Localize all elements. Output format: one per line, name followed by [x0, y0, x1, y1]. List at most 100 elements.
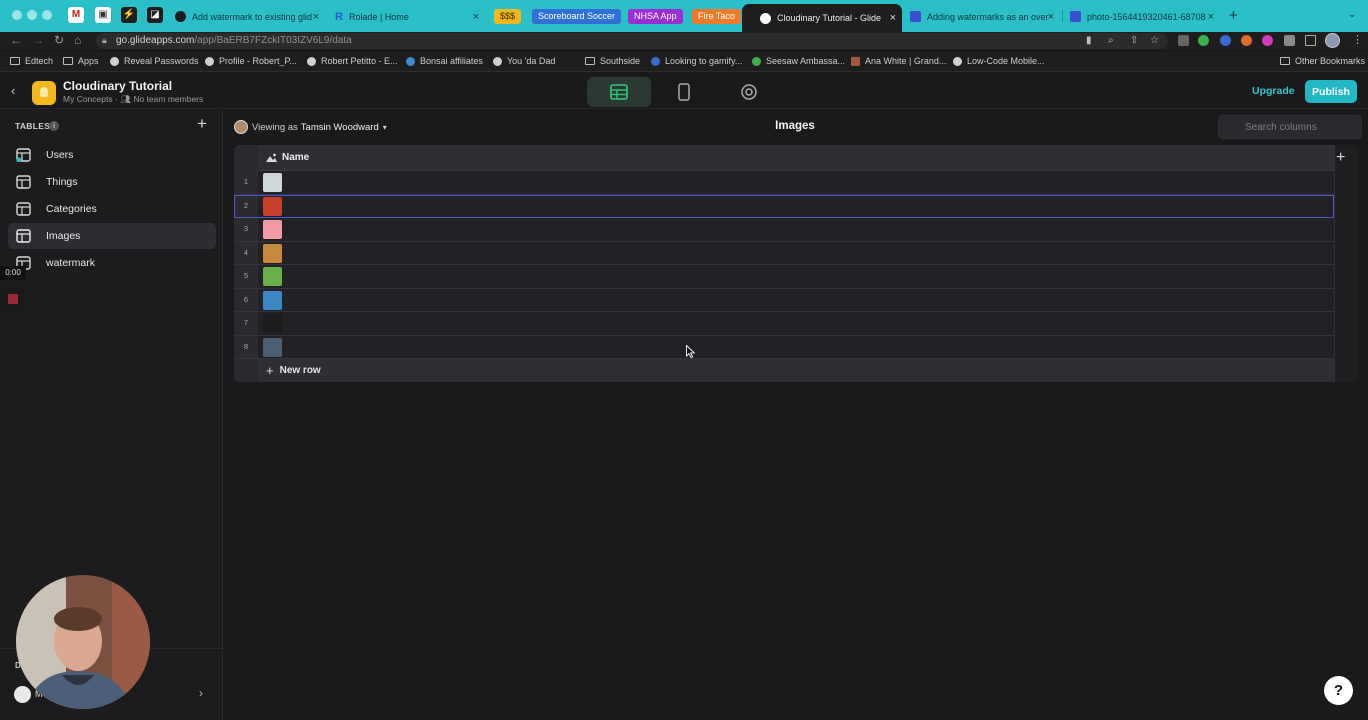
publish-button[interactable]: Publish [1305, 80, 1357, 103]
table-row[interactable]: 4 [234, 242, 1334, 265]
table-row[interactable]: 7 [234, 312, 1334, 336]
bookmark-star-icon[interactable]: ☆ [1150, 35, 1159, 46]
viewing-as-selector[interactable]: Viewing as Tamsin Woodward ▾ [234, 120, 387, 134]
browser-profile-avatar[interactable] [1325, 33, 1340, 48]
gmail-pinned-tab[interactable]: M [68, 7, 84, 23]
sidebar-toggle-icon[interactable] [1305, 35, 1316, 46]
bookmark-link[interactable]: Reveal Passwords [110, 56, 199, 66]
extension-icon[interactable] [1241, 35, 1252, 46]
tab-group-money[interactable]: $$$ [494, 9, 522, 24]
tab-adding-watermarks[interactable]: Adding watermarks as an over × [904, 5, 1060, 28]
table-row[interactable]: 2 [234, 194, 1334, 218]
add-table-icon[interactable]: + [197, 114, 207, 134]
chevron-right-icon[interactable]: › [199, 686, 203, 700]
address-bar[interactable]: 🔒︎ go.glideapps.com/app/BaERB7FZckIT03IZ… [96, 33, 1168, 49]
bookmark-link[interactable]: Profile - Robert_P... [205, 56, 297, 66]
tab-photo[interactable]: photo-1564419320461-68708 × [1064, 5, 1220, 28]
image-thumbnail[interactable] [263, 196, 282, 216]
tab-group-fire-taco[interactable]: Fire Taco [692, 9, 741, 24]
sidebar-item-categories[interactable]: Categories [8, 196, 216, 222]
extension-icon[interactable] [1178, 35, 1189, 46]
back-arrow-icon[interactable]: ← [10, 33, 22, 47]
bookmark-folder[interactable]: Edtech [10, 56, 53, 66]
bookmark-link[interactable]: Robert Petitto - E... [307, 56, 398, 66]
bookmark-link[interactable]: Low-Code Mobile... [953, 56, 1045, 66]
help-button[interactable]: ? [1324, 676, 1353, 705]
table-row[interactable]: 8 [234, 336, 1334, 359]
tab-data-editor[interactable] [587, 77, 651, 107]
bookmark-link[interactable]: Looking to gamify... [651, 56, 742, 66]
reload-icon[interactable]: ↻ [54, 33, 64, 47]
table-row[interactable]: 6 [234, 289, 1334, 312]
camera-icon[interactable]: ▮ [1086, 35, 1092, 46]
tab-rolade[interactable]: R Rolade | Home × [329, 5, 485, 28]
table-row[interactable]: 3 [234, 218, 1334, 242]
bookmark-link[interactable]: Bonsai affiliates [406, 56, 483, 66]
puzzle-extensions-icon[interactable] [1284, 35, 1295, 46]
tab-cloudinary-tutorial[interactable]: Cloudinary Tutorial - Glide × [742, 4, 902, 32]
other-bookmarks-folder[interactable]: Other Bookmarks [1280, 56, 1365, 66]
sidebar-item-watermark[interactable]: watermark [8, 250, 216, 276]
webcam-overlay [16, 575, 150, 709]
image-thumbnail[interactable] [263, 173, 282, 192]
tab-add-watermark[interactable]: Add watermark to existing glid × [169, 5, 325, 28]
glide-pinned-tab[interactable]: ⚡ [121, 7, 137, 23]
zoom-icon[interactable]: ⌕ [1108, 35, 1114, 46]
upgrade-link[interactable]: Upgrade [1252, 85, 1295, 97]
tab-settings[interactable] [717, 77, 781, 107]
image-thumbnail[interactable] [263, 220, 282, 239]
tab-close-icon[interactable]: × [890, 12, 896, 24]
sidebar-item-things[interactable]: Things [8, 169, 216, 195]
window-close-dot[interactable] [12, 10, 22, 20]
tab-close-icon[interactable]: × [473, 11, 479, 23]
home-icon[interactable]: ⌂ [74, 33, 81, 47]
bookmark-folder[interactable]: Apps [63, 56, 99, 66]
sidebar-item-users[interactable]: Users [8, 142, 216, 168]
new-tab-icon[interactable]: + [1229, 7, 1238, 24]
bookmark-link[interactable]: Ana White | Grand... [851, 56, 946, 66]
window-zoom-dot[interactable] [42, 10, 52, 20]
browser-menu-icon[interactable]: ⋮ [1352, 33, 1363, 46]
share-icon[interactable]: ⇧ [1130, 35, 1138, 46]
tab-separator [1062, 10, 1063, 22]
url-text[interactable]: go.glideapps.com/app/BaERB7FZckIT03IZV6L… [116, 35, 352, 46]
tab-close-icon[interactable]: × [313, 11, 319, 23]
back-chevron-icon[interactable]: ‹ [11, 83, 15, 98]
sidebar-item-images[interactable]: Images [8, 223, 216, 249]
grammarly-extension-icon[interactable] [1198, 35, 1209, 46]
glide-user-avatar[interactable] [14, 686, 31, 703]
table-row[interactable]: 1 [234, 171, 1334, 195]
forward-arrow-icon[interactable]: → [32, 33, 44, 47]
tab-title: Adding watermarks as an over [927, 11, 1049, 22]
search-columns-input[interactable] [1218, 115, 1362, 139]
recording-stop-button[interactable] [0, 288, 26, 310]
column-header-label: Name [282, 152, 310, 163]
app-logo-icon[interactable] [32, 81, 56, 105]
tab-group-scoreboard[interactable]: Scoreboard Soccer [532, 9, 622, 24]
org-name[interactable]: My Concepts [63, 94, 113, 104]
column-header-name[interactable]: Name [258, 145, 1334, 171]
image-thumbnail[interactable] [263, 290, 282, 310]
new-row-button[interactable]: + New row [258, 359, 1334, 382]
table-row[interactable]: 5 [234, 265, 1334, 289]
tab-close-icon[interactable]: × [1208, 11, 1214, 23]
bookmark-link[interactable]: You 'da Dad [493, 56, 555, 66]
image-thumbnail[interactable] [263, 243, 282, 263]
tab-layout-editor[interactable] [652, 77, 716, 107]
image-thumbnail[interactable] [263, 314, 282, 333]
info-icon[interactable]: i [49, 121, 59, 131]
pinned-tab-4[interactable]: ◪ [147, 7, 163, 23]
tab-close-icon[interactable]: × [1048, 11, 1054, 23]
image-thumbnail[interactable] [263, 267, 282, 286]
tab-search-chevron-icon[interactable]: ⌄ [1348, 9, 1356, 20]
image-thumbnail[interactable] [263, 337, 282, 357]
tab-group-nhsa[interactable]: NHSA App [628, 9, 683, 24]
bookmark-folder[interactable]: Southside [585, 56, 640, 66]
extension-icon[interactable] [1220, 35, 1231, 46]
team-members-text[interactable]: No team members [133, 94, 203, 104]
window-minimize-dot[interactable] [27, 10, 37, 20]
add-column-icon[interactable]: + [1336, 149, 1345, 167]
extension-icon[interactable] [1262, 35, 1273, 46]
pinned-tab-2[interactable]: ▣ [95, 7, 111, 23]
bookmark-link[interactable]: Seesaw Ambassa... [752, 56, 845, 66]
